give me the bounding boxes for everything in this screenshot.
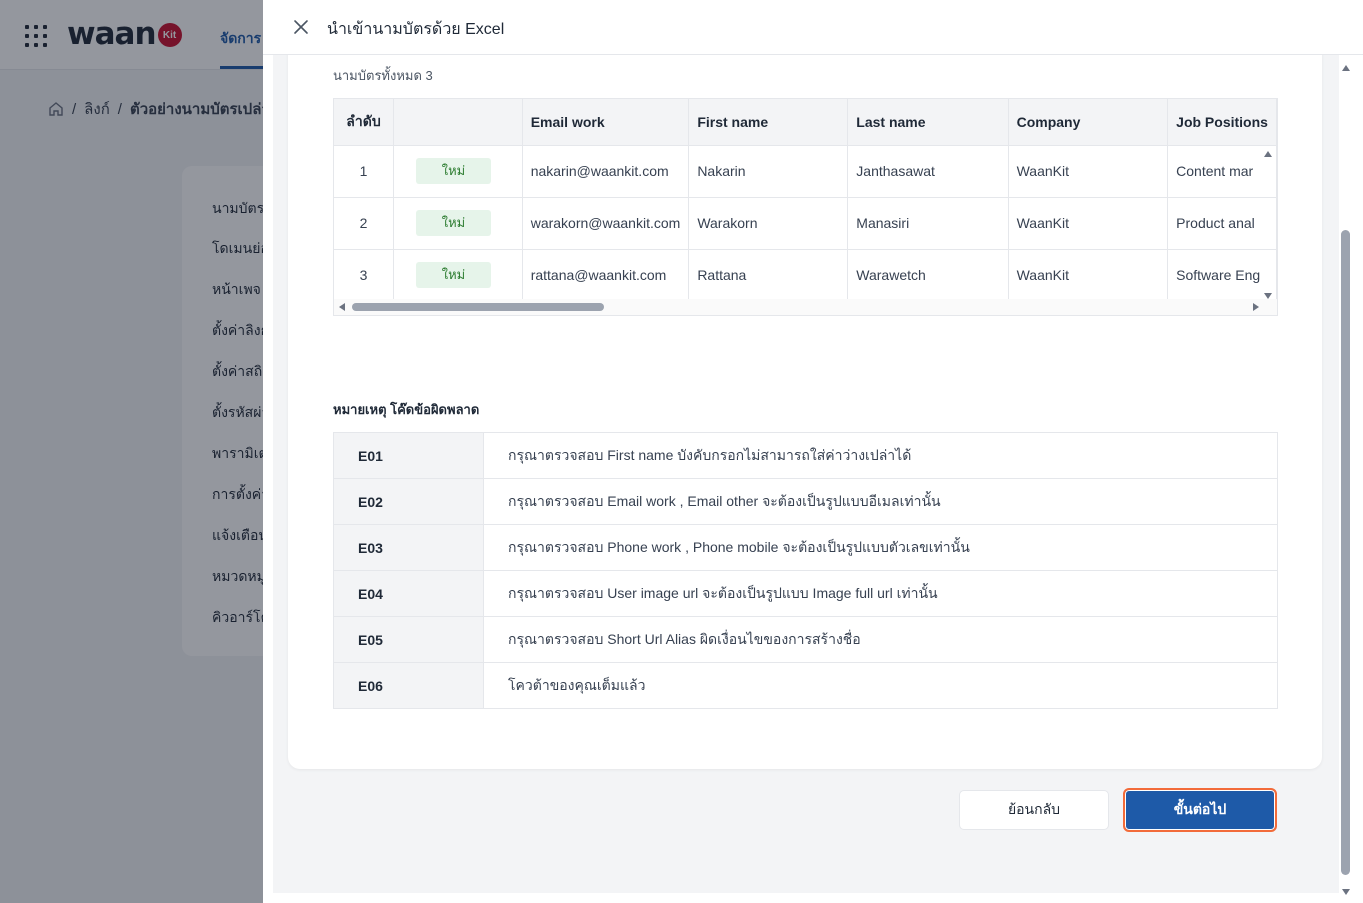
row-number: 1 xyxy=(334,145,394,198)
table-vertical-scrollbar[interactable] xyxy=(1263,151,1273,299)
column-header: First name xyxy=(688,99,849,146)
error-row: E04 กรุณาตรวจสอบ User image url จะต้องเป… xyxy=(333,570,1278,617)
import-table: ลำดับ Email work First name Last name Co… xyxy=(333,98,1278,316)
table-row: 3 ใหม่ rattana@waankit.com Rattana Waraw… xyxy=(334,249,1277,302)
row-number: 2 xyxy=(334,197,394,250)
error-description: กรุณาตรวจสอบ Short Url Alias ผิดเงื่อนไข… xyxy=(483,616,1278,663)
error-row: E02 กรุณาตรวจสอบ Email work , Email othe… xyxy=(333,478,1278,525)
email-cell: rattana@waankit.com xyxy=(522,249,690,302)
content-card: นามบัตรทั้งหมด 3 ลำดับ Email work First … xyxy=(288,55,1322,769)
error-row: E01 กรุณาตรวจสอบ First name บังคับกรอกไม… xyxy=(333,432,1278,479)
company-cell: WaanKit xyxy=(1008,145,1169,198)
job-cell: Product anal xyxy=(1167,197,1277,250)
drawer-title: นำเข้านามบัตรด้วย Excel xyxy=(327,21,505,38)
error-description: โควต้าของคุณเต็มแล้ว xyxy=(483,662,1278,709)
drawer-scroll-thumb[interactable] xyxy=(1341,230,1350,875)
status-cell: ใหม่ xyxy=(393,197,523,250)
first-name-cell: Rattana xyxy=(688,249,849,302)
close-icon[interactable] xyxy=(291,17,311,37)
error-code: E02 xyxy=(333,478,484,525)
back-button[interactable]: ย้อนกลับ xyxy=(959,790,1109,830)
scroll-up-icon[interactable] xyxy=(1264,151,1272,157)
first-name-cell: Nakarin xyxy=(688,145,849,198)
column-header: ลำดับ xyxy=(334,99,394,146)
error-row: E06 โควต้าของคุณเต็มแล้ว xyxy=(333,662,1278,709)
error-codes-table: E01 กรุณาตรวจสอบ First name บังคับกรอกไม… xyxy=(333,432,1278,709)
drawer-body: นามบัตรทั้งหมด 3 ลำดับ Email work First … xyxy=(273,55,1339,893)
column-header: Last name xyxy=(847,99,1009,146)
table-horizontal-scrollbar[interactable] xyxy=(334,299,1277,315)
email-cell: nakarin@waankit.com xyxy=(522,145,690,198)
last-name-cell: Manasiri xyxy=(847,197,1009,250)
error-code: E06 xyxy=(333,662,484,709)
error-code: E05 xyxy=(333,616,484,663)
status-cell: ใหม่ xyxy=(393,249,523,302)
error-codes-title: หมายเหตุ โค๊ดข้อผิดพลาด xyxy=(333,402,480,417)
error-description: กรุณาตรวจสอบ Email work , Email other จะ… xyxy=(483,478,1278,525)
error-code: E01 xyxy=(333,432,484,479)
error-code: E03 xyxy=(333,524,484,571)
table-header-row: ลำดับ Email work First name Last name Co… xyxy=(334,99,1277,146)
job-cell: Content mar xyxy=(1167,145,1277,198)
last-name-cell: Janthasawat xyxy=(847,145,1009,198)
email-cell: warakorn@waankit.com xyxy=(522,197,690,250)
scroll-down-icon[interactable] xyxy=(1342,889,1350,895)
error-description: กรุณาตรวจสอบ Phone work , Phone mobile จ… xyxy=(483,524,1278,571)
first-name-cell: Warakorn xyxy=(688,197,849,250)
column-header: Job Positions xyxy=(1167,99,1277,146)
scroll-right-icon[interactable] xyxy=(1253,303,1259,311)
total-count-label: นามบัตรทั้งหมด 3 xyxy=(333,68,433,83)
scroll-up-icon[interactable] xyxy=(1342,65,1350,71)
column-header: Email work xyxy=(522,99,690,146)
job-cell: Software Eng xyxy=(1167,249,1277,302)
table-row: 1 ใหม่ nakarin@waankit.com Nakarin Janth… xyxy=(334,145,1277,198)
scroll-left-icon[interactable] xyxy=(339,303,345,311)
horizontal-scroll-thumb[interactable] xyxy=(352,303,604,311)
row-number: 3 xyxy=(334,249,394,302)
error-description: กรุณาตรวจสอบ First name บังคับกรอกไม่สาม… xyxy=(483,432,1278,479)
error-row: E05 กรุณาตรวจสอบ Short Url Alias ผิดเงื่… xyxy=(333,616,1278,663)
status-cell: ใหม่ xyxy=(393,145,523,198)
status-badge: ใหม่ xyxy=(416,262,491,288)
column-header: Company xyxy=(1008,99,1169,146)
error-row: E03 กรุณาตรวจสอบ Phone work , Phone mobi… xyxy=(333,524,1278,571)
status-badge: ใหม่ xyxy=(416,210,491,236)
error-code: E04 xyxy=(333,570,484,617)
next-button[interactable]: ขั้นต่อไป xyxy=(1123,788,1277,832)
company-cell: WaanKit xyxy=(1008,197,1169,250)
last-name-cell: Warawetch xyxy=(847,249,1009,302)
table-row: 2 ใหม่ warakorn@waankit.com Warakorn Man… xyxy=(334,197,1277,250)
import-drawer: นำเข้านามบัตรด้วย Excel นามบัตรทั้งหมด 3… xyxy=(263,0,1363,903)
drawer-header: นำเข้านามบัตรด้วย Excel xyxy=(263,0,1363,55)
company-cell: WaanKit xyxy=(1008,249,1169,302)
error-description: กรุณาตรวจสอบ User image url จะต้องเป็นรู… xyxy=(483,570,1278,617)
column-header xyxy=(393,99,523,146)
drawer-scrollbar[interactable] xyxy=(1339,65,1353,895)
status-badge: ใหม่ xyxy=(416,158,491,184)
